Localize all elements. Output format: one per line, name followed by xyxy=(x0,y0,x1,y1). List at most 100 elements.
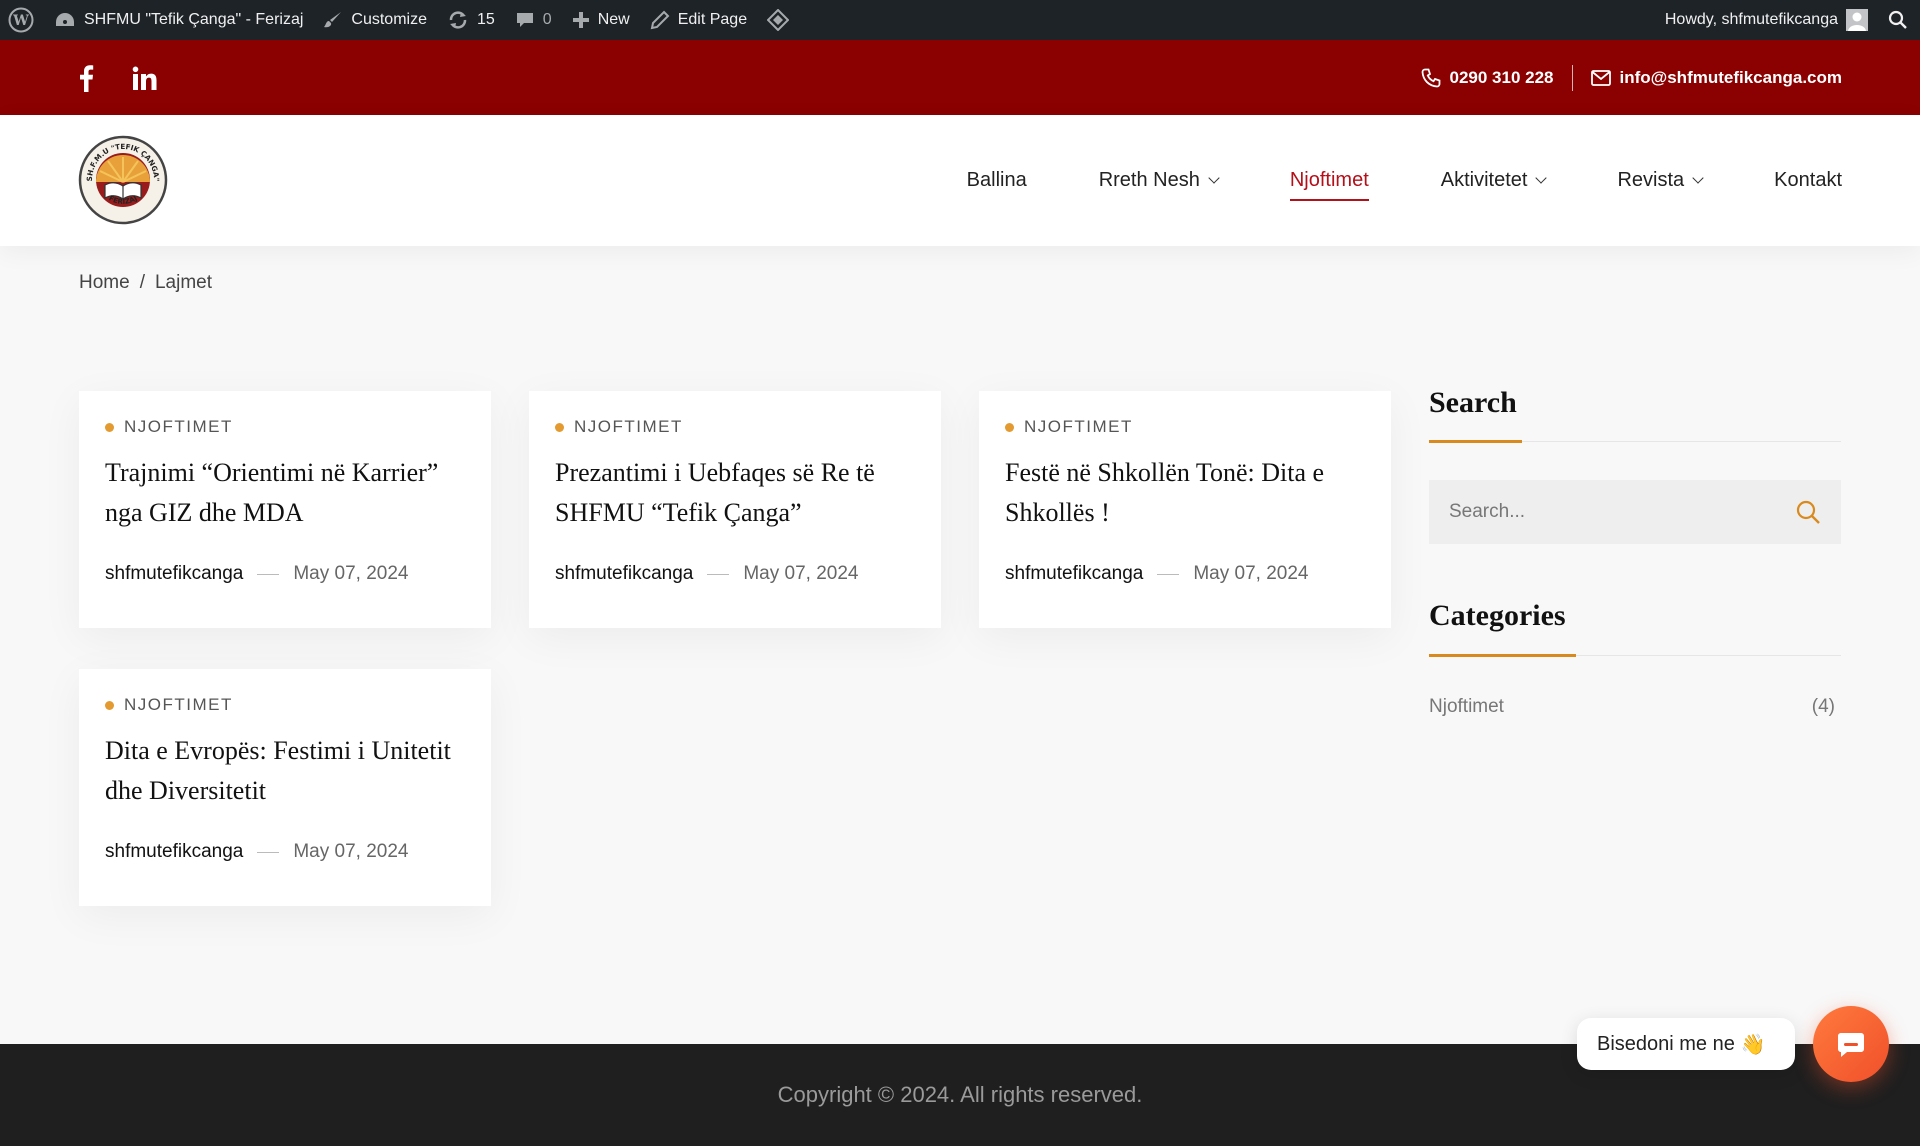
post-date: May 07, 2024 xyxy=(293,563,409,584)
breadcrumb-separator: / xyxy=(139,272,145,293)
category-dot xyxy=(1005,422,1014,432)
post-category: NJOFTIMET xyxy=(574,417,683,436)
comments-link[interactable]: 0 xyxy=(505,0,562,40)
chat-open-button[interactable] xyxy=(1813,1006,1889,1082)
category-dot xyxy=(555,422,564,432)
site-name: SHFMU "Tefik Çanga" - Ferizaj xyxy=(84,11,304,28)
post-card: NJOFTIMET Trajnimi “Orientimi në Karrier… xyxy=(79,391,491,628)
diamond-tool-link[interactable] xyxy=(757,0,799,40)
category-dot xyxy=(105,422,114,432)
school-logo-icon: SH.F.M.U "TEFIK ÇANGA" FERIZAJ xyxy=(78,135,168,225)
post-card: NJOFTIMET Dita e Evropës: Festimi i Unit… xyxy=(79,669,491,906)
account-menu[interactable]: Howdy, shfmutefikcanga xyxy=(1655,0,1878,40)
chat-icon xyxy=(1838,1033,1864,1057)
howdy-text: Howdy, shfmutefikcanga xyxy=(1664,11,1838,28)
linkedin-link[interactable] xyxy=(132,66,157,96)
meta-separator xyxy=(257,573,280,575)
facebook-link[interactable] xyxy=(78,64,94,97)
breadcrumb: Home / Lajmet xyxy=(79,272,212,294)
pencil-icon xyxy=(650,10,670,30)
site-name-link[interactable]: SHFMU "Tefik Çanga" - Ferizaj xyxy=(44,0,313,40)
search-icon xyxy=(1888,10,1907,29)
site-logo[interactable]: SH.F.M.U "TEFIK ÇANGA" FERIZAJ xyxy=(78,135,168,225)
chevron-down-icon xyxy=(1535,172,1548,184)
nav-item-rreth-nesh[interactable]: Rreth Nesh xyxy=(1099,161,1220,201)
post-category: NJOFTIMET xyxy=(124,695,233,714)
meta-separator xyxy=(1157,573,1180,575)
phone-icon xyxy=(1421,68,1440,87)
main-nav: Ballina Rreth Nesh Njoftimet Aktivitetet… xyxy=(967,115,1842,246)
search-submit-button[interactable] xyxy=(1795,499,1821,525)
post-category-link[interactable]: NJOFTIMET xyxy=(105,691,465,719)
post-meta: shfmutefikcanga May 07, 2024 xyxy=(105,563,465,585)
nav-item-kontakt[interactable]: Kontakt xyxy=(1774,161,1842,201)
post-author-link[interactable]: shfmutefikcanga xyxy=(105,563,243,585)
plus-icon xyxy=(572,12,589,28)
nav-label: Kontakt xyxy=(1774,169,1842,191)
post-card: NJOFTIMET Prezantimi i Uebfaqes së Re të… xyxy=(529,391,941,628)
new-content-link[interactable]: New xyxy=(562,0,640,40)
customize-link[interactable]: Customize xyxy=(313,0,437,40)
post-title-link[interactable]: Trajnimi “Orientimi në Karrier” nga GIZ … xyxy=(105,453,465,533)
search-icon xyxy=(1796,500,1820,524)
category-link-njoftimet[interactable]: Njoftimet xyxy=(1429,696,1504,718)
user-icon xyxy=(1848,12,1866,31)
category-count: (4) xyxy=(1811,696,1835,717)
wordpress-icon: W xyxy=(8,7,34,33)
svg-text:W: W xyxy=(12,13,29,29)
categories-widget-title: Categories xyxy=(1429,599,1566,632)
nav-item-aktivitetet[interactable]: Aktivitetet xyxy=(1440,161,1548,201)
post-author-link[interactable]: shfmutefikcanga xyxy=(105,841,243,863)
edit-page-link[interactable]: Edit Page xyxy=(640,0,757,40)
nav-item-ballina[interactable]: Ballina xyxy=(967,161,1027,201)
post-author-link[interactable]: shfmutefikcanga xyxy=(555,563,693,585)
linkedin-icon xyxy=(132,66,157,90)
sidebar-search-input[interactable] xyxy=(1449,501,1795,523)
meta-separator xyxy=(707,573,730,575)
post-author-link[interactable]: shfmutefikcanga xyxy=(1005,563,1143,585)
updates-count: 15 xyxy=(476,11,495,28)
widget-title-underline xyxy=(1429,440,1522,443)
waving-hand-icon: 👋 xyxy=(1740,1033,1766,1056)
chevron-down-icon xyxy=(1208,172,1220,184)
email-contact[interactable]: info@shfmutefikcanga.com xyxy=(1590,68,1842,88)
phone-contact[interactable]: 0290 310 228 xyxy=(1421,68,1554,88)
post-date: May 07, 2024 xyxy=(743,563,859,584)
social-links xyxy=(78,64,157,97)
new-label: New xyxy=(597,11,630,28)
post-category: NJOFTIMET xyxy=(124,417,233,436)
nav-label: Aktivitetet xyxy=(1440,169,1528,191)
nav-label: Ballina xyxy=(966,169,1027,191)
dashboard-icon xyxy=(56,13,74,26)
post-meta: shfmutefikcanga May 07, 2024 xyxy=(1005,563,1365,585)
meta-separator xyxy=(257,851,280,853)
top-contact-bar: 0290 310 228 info@shfmutefikcanga.com xyxy=(0,40,1920,115)
post-title-link[interactable]: Dita e Evropës: Festimi i Unitetit dhe D… xyxy=(105,731,465,811)
breadcrumb-home-link[interactable]: Home xyxy=(79,272,130,294)
sidebar-search-form xyxy=(1429,480,1841,544)
chat-greeting-bubble[interactable]: Bisedoni me ne 👋 xyxy=(1577,1018,1795,1070)
updates-link[interactable]: 15 xyxy=(437,0,505,40)
comment-icon xyxy=(516,13,533,27)
contact-divider xyxy=(1571,64,1573,91)
nav-label: Njoftimet xyxy=(1289,169,1369,191)
post-category-link[interactable]: NJOFTIMET xyxy=(555,413,915,441)
envelope-icon xyxy=(1590,69,1611,86)
widget-title-underline xyxy=(1429,654,1576,657)
post-title-link[interactable]: Festë në Shkollën Tonë: Dita e Shkollës … xyxy=(1005,453,1365,533)
post-title-link[interactable]: Prezantimi i Uebfaqes së Re të SHFMU “Te… xyxy=(555,453,915,533)
chevron-down-icon xyxy=(1692,172,1704,184)
admin-search-button[interactable] xyxy=(1878,0,1920,40)
post-category-link[interactable]: NJOFTIMET xyxy=(105,413,465,441)
customize-label: Customize xyxy=(351,11,427,28)
category-dot xyxy=(105,700,114,710)
wordpress-logo-button[interactable]: W xyxy=(0,0,44,40)
nav-item-revista[interactable]: Revista xyxy=(1617,161,1704,201)
admin-bar: W SHFMU "Tefik Çanga" - Ferizaj Customiz… xyxy=(0,0,1920,40)
post-category-link[interactable]: NJOFTIMET xyxy=(1005,413,1365,441)
nav-item-njoftimet[interactable]: Njoftimet xyxy=(1289,161,1369,201)
post-date: May 07, 2024 xyxy=(1193,563,1309,584)
site-header: SH.F.M.U "TEFIK ÇANGA" FERIZAJ Ballina R… xyxy=(0,115,1920,246)
post-date: May 07, 2024 xyxy=(293,841,409,862)
post-category: NJOFTIMET xyxy=(1024,417,1133,436)
